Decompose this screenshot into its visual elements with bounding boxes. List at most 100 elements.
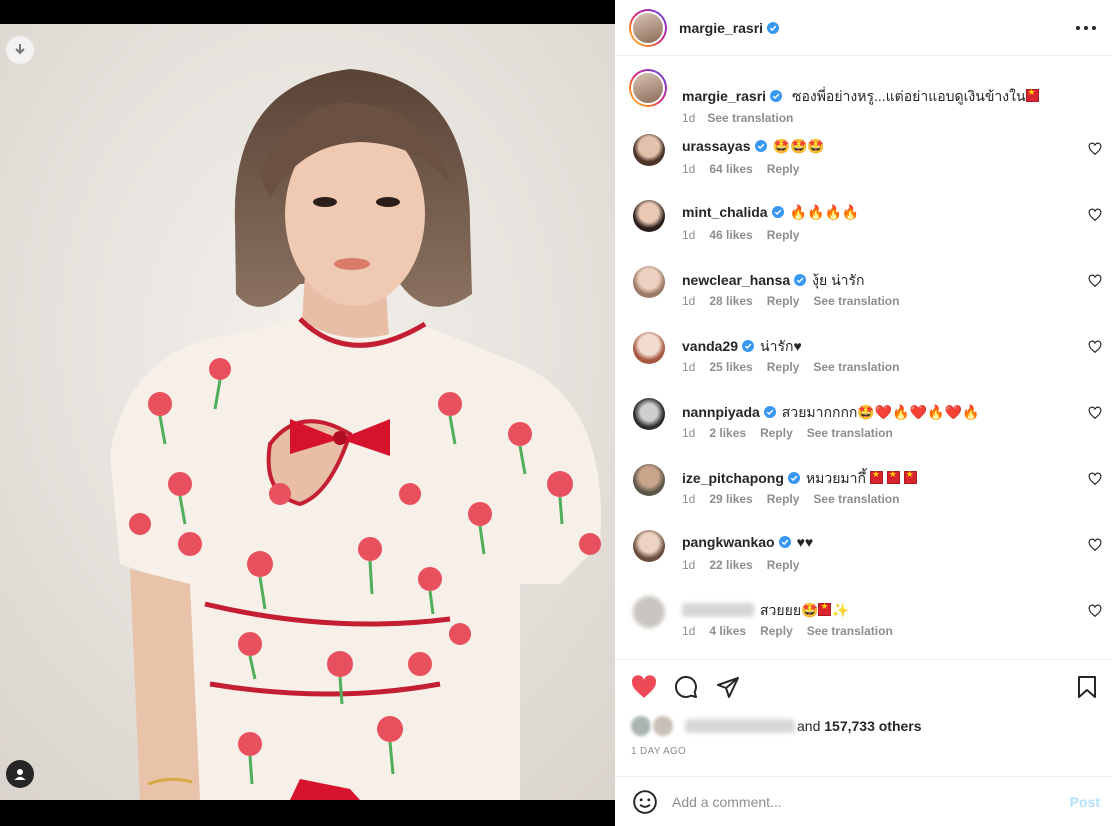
comment-text: ♥♥	[796, 534, 814, 550]
comment-item: nannpiyada สวยมากกกก🤩❤️🔥❤️🔥❤️🔥 1d 2 likes R…	[615, 394, 1112, 454]
post-header: margie_rasri	[615, 0, 1112, 56]
comment-input[interactable]	[672, 793, 1052, 810]
comment-username[interactable]: mint_chalida	[682, 204, 768, 220]
action-buttons	[631, 674, 741, 700]
verified-icon	[742, 340, 755, 352]
comment-username-redacted[interactable]	[682, 603, 754, 617]
download-button[interactable]	[6, 36, 34, 64]
caption-username[interactable]: margie_rasri	[682, 88, 766, 104]
author-avatar[interactable]	[629, 8, 667, 47]
comment-button[interactable]	[673, 674, 699, 700]
heart-filled-icon	[631, 675, 657, 698]
reply-button[interactable]: Reply	[767, 294, 800, 308]
reply-button[interactable]: Reply	[767, 558, 800, 572]
likes-count[interactable]: 157,733 others	[824, 718, 921, 734]
comment-likes[interactable]: 28 likes	[709, 294, 752, 308]
post-timestamp: 1 DAY AGO	[631, 746, 687, 757]
comment-item: urassayas 🤩🤩🤩 1d 64 likes Reply	[615, 130, 1112, 190]
author-username[interactable]: margie_rasri	[679, 20, 763, 36]
see-translation-link[interactable]: See translation	[813, 492, 899, 506]
comment-like-icon[interactable]	[1088, 340, 1102, 354]
commenter-avatar[interactable]	[633, 200, 665, 232]
comment-time: 1d	[682, 492, 696, 506]
comment-like-icon[interactable]	[1088, 208, 1102, 222]
share-button[interactable]	[715, 674, 741, 700]
post-side-panel: margie_rasri margie_rasri ซองพี่อย่างหรู…	[615, 0, 1112, 826]
comment-username[interactable]: ize_pitchapong	[682, 470, 784, 486]
see-translation-link[interactable]: See translation	[813, 294, 899, 308]
see-translation-link[interactable]: See translation	[813, 360, 899, 374]
comment-item: mint_chalida 🔥🔥🔥🔥 1d 46 likes Reply	[615, 196, 1112, 256]
save-button[interactable]	[1074, 674, 1100, 700]
liker-avatars	[629, 714, 685, 738]
reply-button[interactable]: Reply	[760, 426, 793, 440]
reply-button[interactable]: Reply	[767, 492, 800, 506]
comment-likes[interactable]: 25 likes	[709, 360, 752, 374]
bookmark-icon	[1078, 676, 1096, 698]
caption-see-translation-link[interactable]: See translation	[707, 111, 793, 125]
comment-item: vanda29 น่ารัก♥ 1d 25 likes Reply See transl…	[615, 328, 1112, 388]
comment-like-icon[interactable]	[1088, 538, 1102, 552]
see-translation-link[interactable]: See translation	[807, 624, 893, 638]
commenter-avatar[interactable]	[633, 266, 665, 298]
emoji-icon[interactable]	[632, 789, 658, 815]
comment-text: 🔥🔥🔥🔥	[789, 204, 860, 220]
reply-button[interactable]: Reply	[767, 360, 800, 374]
red-envelope-emoji	[1025, 87, 1039, 102]
comment-item: สวยยย🤩 ✨ 1d 4 likes Reply See translation	[615, 592, 1112, 652]
more-options-button[interactable]	[1074, 16, 1098, 40]
tagged-users-button[interactable]	[6, 760, 34, 788]
post-caption: margie_rasri ซองพี่อย่างหรู...แต่อย่าแอบ…	[615, 69, 1112, 129]
comment-like-icon[interactable]	[1088, 274, 1102, 288]
reply-button[interactable]: Reply	[767, 162, 800, 176]
comment-like-icon[interactable]	[1088, 142, 1102, 156]
comment-text: สวยยย🤩	[760, 602, 819, 618]
post-media-pane	[0, 0, 615, 826]
comment-likes[interactable]: 46 likes	[709, 228, 752, 242]
comment-username[interactable]: nannpiyada	[682, 404, 760, 420]
comment-like-icon[interactable]	[1088, 472, 1102, 486]
comment-like-icon[interactable]	[1088, 604, 1102, 618]
commenter-avatar[interactable]	[633, 596, 665, 628]
reply-button[interactable]: Reply	[767, 228, 800, 242]
verified-icon	[767, 21, 780, 34]
sparkles-emoji: ✨	[831, 602, 849, 618]
comment-item: newclear_hansa งุ้ย น่ารัก 1d 28 likes Repl…	[615, 262, 1112, 322]
see-translation-link[interactable]: See translation	[807, 426, 893, 440]
post-comment-button[interactable]: Post	[1070, 794, 1100, 810]
likes-and-label: and	[797, 718, 821, 734]
comment-likes[interactable]: 64 likes	[709, 162, 752, 176]
commenter-avatar[interactable]	[633, 332, 665, 364]
download-icon	[15, 44, 25, 55]
comment-time: 1d	[682, 294, 696, 308]
red-envelope-emoji	[886, 469, 900, 484]
comment-username[interactable]: urassayas	[682, 138, 751, 154]
commenter-avatar[interactable]	[633, 530, 665, 562]
instagram-post-view: margie_rasri margie_rasri ซองพี่อย่างหรู…	[0, 0, 1112, 826]
comment-text: สวยมากกกก🤩❤️🔥❤️🔥❤️🔥	[781, 404, 980, 420]
comment-likes[interactable]: 4 likes	[709, 624, 746, 638]
comment-username[interactable]: vanda29	[682, 338, 738, 354]
comment-like-icon[interactable]	[1088, 406, 1102, 420]
comment-likes[interactable]: 29 likes	[709, 492, 752, 506]
comment-username[interactable]: newclear_hansa	[682, 272, 790, 288]
comment-icon	[674, 675, 697, 698]
comment-likes[interactable]: 22 likes	[709, 558, 752, 572]
caption-author-avatar[interactable]	[629, 69, 667, 107]
comment-text: งุ้ย น่ารัก	[812, 272, 865, 288]
commenter-avatar[interactable]	[633, 134, 665, 166]
likes-summary[interactable]: and 157,733 others	[629, 714, 922, 738]
comments-list: margie_rasri ซองพี่อย่างหรู...แต่อย่าแอบ…	[615, 57, 1112, 659]
like-button[interactable]	[631, 674, 657, 700]
comment-time: 1d	[682, 360, 696, 374]
comment-username[interactable]: pangkwankao	[682, 534, 775, 550]
post-photo[interactable]	[0, 24, 615, 800]
verified-icon	[794, 274, 807, 286]
commenter-avatar[interactable]	[633, 398, 665, 430]
reply-button[interactable]: Reply	[760, 624, 793, 638]
comment-likes[interactable]: 2 likes	[709, 426, 746, 440]
commenter-avatar[interactable]	[633, 464, 665, 496]
comment-text: น่ารัก♥	[760, 338, 802, 354]
comment-time: 1d	[682, 228, 696, 242]
red-envelope-emoji	[818, 601, 832, 616]
